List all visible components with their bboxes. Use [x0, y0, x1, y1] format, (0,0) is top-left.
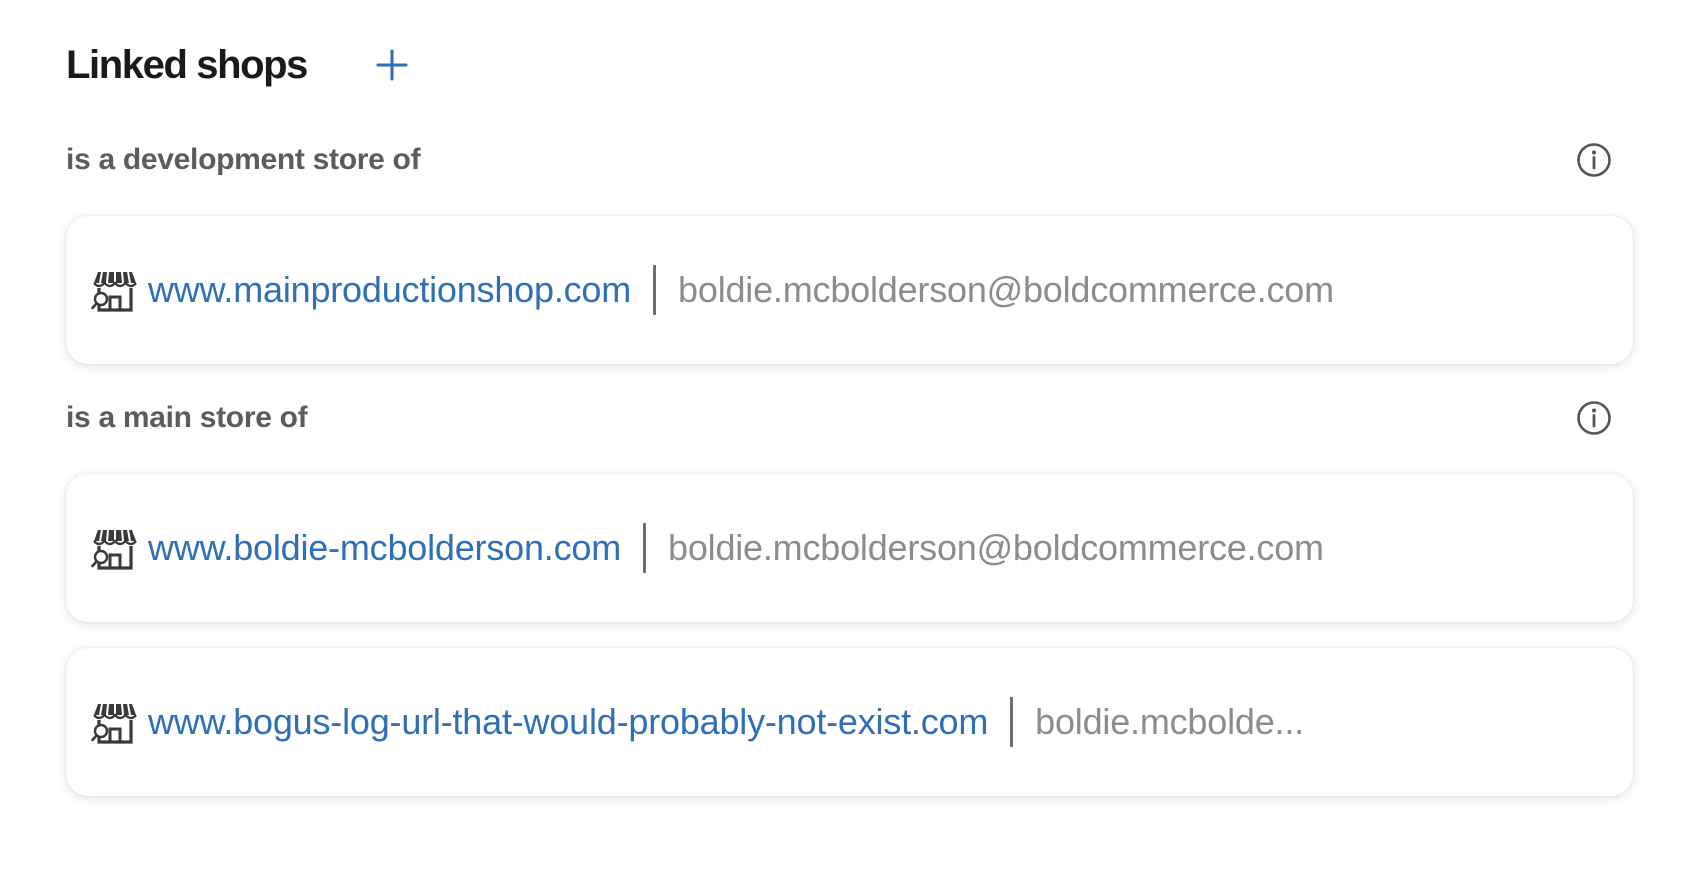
shop-owner-email: boldie.mcbolde... — [1035, 701, 1304, 742]
info-button[interactable] — [1575, 399, 1613, 437]
shop-url-link[interactable]: www.mainproductionshop.com — [148, 269, 631, 311]
divider — [643, 523, 646, 573]
section-development-store-of: is a development store of www.mainproduc… — [66, 120, 1633, 364]
linked-shop-card[interactable]: www.boldie-mcbolderson.com boldie.mcbold… — [66, 474, 1633, 622]
storefront-icon — [90, 265, 140, 315]
storefront-icon — [90, 523, 140, 573]
section-label: is a development store of — [66, 143, 421, 176]
shop-url-link[interactable]: www.bogus-log-url-that-would-probably-no… — [148, 701, 988, 743]
panel-header: Linked shops — [66, 0, 1633, 130]
divider — [653, 265, 657, 315]
shop-owner-email: boldie.mcbolderson@boldcommerce.com — [678, 269, 1334, 310]
shop-url-link[interactable]: www.boldie-mcbolderson.com — [148, 527, 621, 569]
linked-shop-card[interactable]: www.mainproductionshop.com boldie.mcbold… — [66, 216, 1633, 364]
section-header: is a main store of — [66, 378, 1633, 458]
linked-shop-card[interactable]: www.bogus-log-url-that-would-probably-no… — [66, 648, 1633, 796]
storefront-icon — [90, 697, 140, 747]
divider — [1010, 697, 1014, 747]
plus-icon — [376, 49, 408, 81]
info-button[interactable] — [1575, 141, 1613, 179]
add-linked-shop-button[interactable] — [371, 44, 413, 86]
linked-shops-panel: Linked shops is a development store of w… — [66, 0, 1633, 822]
shop-owner-email: boldie.mcbolderson@boldcommerce.com — [668, 527, 1324, 568]
section-header: is a development store of — [66, 120, 1633, 200]
section-main-store-of: is a main store of www.boldie-mcbolderso… — [66, 378, 1633, 796]
info-icon — [1577, 401, 1611, 435]
page-title: Linked shops — [66, 42, 308, 87]
info-icon — [1577, 143, 1611, 177]
section-label: is a main store of — [66, 401, 308, 434]
